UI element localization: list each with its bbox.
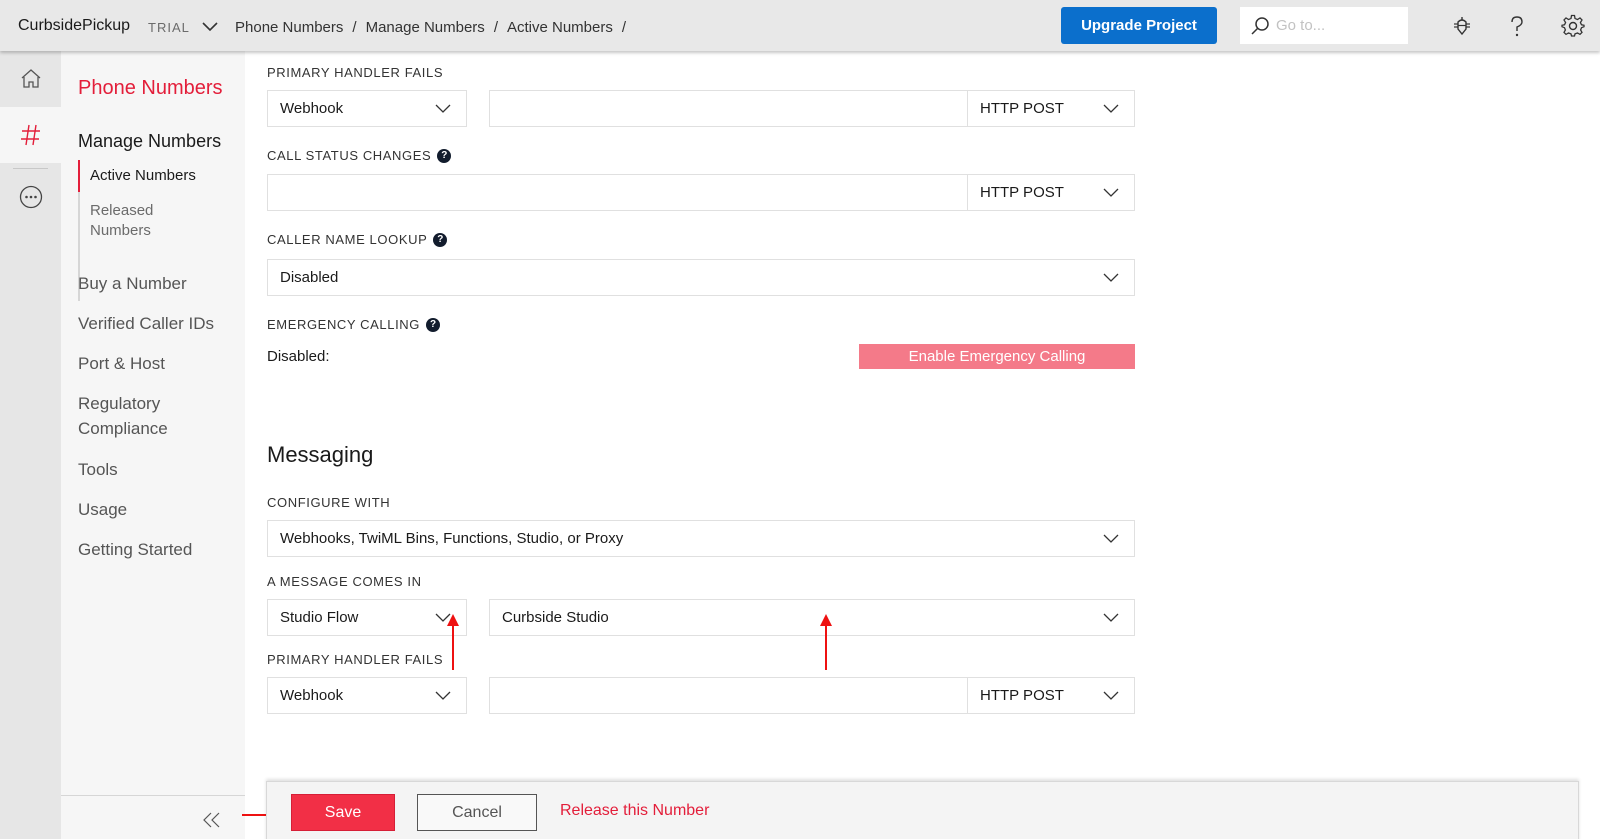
nav-title[interactable]: Phone Numbers (78, 77, 223, 100)
emergency-calling-status: Disabled: (267, 348, 330, 365)
nav-sub-item-active-numbers[interactable]: Active Numbers (90, 167, 196, 184)
more-ellipsis-icon (19, 185, 42, 209)
release-number-link[interactable]: Release this Number (560, 802, 709, 820)
configure-with-select[interactable]: Webhooks, TwiML Bins, Functions, Studio,… (267, 520, 1135, 557)
settings-gear-icon[interactable] (1561, 14, 1585, 38)
breadcrumb-phone-numbers[interactable]: Phone Numbers (235, 19, 343, 36)
double-chevron-left-icon[interactable] (201, 809, 223, 831)
chevron-down-icon (1103, 104, 1119, 113)
voice-primary-handler-type-select[interactable]: Webhook (267, 90, 467, 127)
action-bar: Save Cancel Release this Number (266, 781, 1579, 839)
chevron-down-icon (435, 613, 451, 622)
chevron-down-icon (1103, 613, 1119, 622)
label-text: PRIMARY HANDLER FAILS (267, 652, 444, 667)
chevron-down-icon (1103, 273, 1119, 282)
label-text: PRIMARY HANDLER FAILS (267, 65, 444, 80)
chevron-down-icon (1103, 188, 1119, 197)
nav-footer-divider (61, 795, 245, 796)
label-text: CONFIGURE WITH (267, 495, 391, 510)
search-icon (1251, 16, 1269, 35)
message-comes-in-type-select[interactable]: Studio Flow (267, 599, 467, 636)
chevron-down-icon (435, 691, 451, 700)
select-value: Webhook (280, 687, 344, 704)
messaging-section-title: Messaging (267, 442, 374, 467)
call-status-method-select[interactable]: HTTP POST (967, 174, 1135, 211)
label-text: CALLER NAME LOOKUP (267, 232, 428, 247)
caller-name-lookup-select[interactable]: Disabled (267, 259, 1135, 296)
goto-search-input[interactable] (1276, 17, 1396, 34)
cancel-button[interactable]: Cancel (417, 794, 537, 831)
label-text: A MESSAGE COMES IN (267, 574, 422, 589)
rail-item-more[interactable] (0, 169, 61, 225)
help-circle-icon[interactable]: ? (433, 232, 448, 247)
nav-item-tools[interactable]: Tools (78, 457, 238, 482)
nav-item-port-host[interactable]: Port & Host (78, 351, 238, 376)
chevron-down-icon (1103, 691, 1119, 700)
emergency-calling-label: EMERGENCY CALLING ? (267, 317, 440, 332)
breadcrumb-active-numbers[interactable]: Active Numbers (507, 19, 613, 36)
nav-item-regulatory-compliance[interactable]: Regulatory Compliance (78, 391, 188, 441)
caller-name-lookup-label: CALLER NAME LOOKUP ? (267, 232, 448, 247)
nav-item-buy-a-number[interactable]: Buy a Number (78, 271, 238, 296)
enable-emergency-calling-button[interactable]: Enable Emergency Calling (859, 344, 1135, 369)
breadcrumb: Phone Numbers / Manage Numbers / Active … (235, 19, 635, 36)
select-value: Disabled (280, 269, 339, 286)
nav-sub-item-released-numbers[interactable]: Released Numbers (90, 201, 180, 241)
home-icon (21, 69, 40, 88)
nav-sidebar: Phone Numbers Manage Numbers Active Numb… (61, 51, 245, 839)
breadcrumb-separator: / (352, 19, 357, 36)
voice-primary-handler-label: PRIMARY HANDLER FAILS (267, 65, 443, 80)
breadcrumb-manage-numbers[interactable]: Manage Numbers (366, 19, 485, 36)
nav-section-manage-numbers[interactable]: Manage Numbers (78, 131, 221, 152)
nav-item-usage[interactable]: Usage (78, 497, 238, 522)
goto-search[interactable] (1240, 7, 1408, 44)
message-comes-in-flow-select[interactable]: Curbside Studio (489, 599, 1135, 636)
voice-primary-handler-method-select[interactable]: HTTP POST (967, 90, 1135, 127)
select-value: Curbside Studio (502, 609, 609, 626)
label-text: CALL STATUS CHANGES (267, 148, 432, 163)
plan-badge: TRIAL (148, 20, 190, 35)
label-text: EMERGENCY CALLING (267, 317, 420, 332)
help-circle-icon[interactable]: ? (437, 148, 452, 163)
breadcrumb-separator: / (493, 19, 498, 36)
hash-icon (20, 124, 40, 146)
help-circle-icon[interactable]: ? (426, 317, 440, 332)
debugger-bug-icon[interactable] (1450, 14, 1474, 38)
chevron-down-icon[interactable] (201, 19, 219, 33)
select-value: Webhooks, TwiML Bins, Functions, Studio,… (280, 530, 624, 547)
help-icon[interactable] (1505, 14, 1529, 38)
save-button[interactable]: Save (291, 794, 395, 831)
rail-item-home[interactable] (0, 51, 61, 107)
messaging-primary-handler-type-select[interactable]: Webhook (267, 677, 467, 714)
nav-item-getting-started[interactable]: Getting Started (78, 537, 238, 562)
select-value: Webhook (280, 100, 344, 117)
select-value: HTTP POST (980, 687, 1064, 704)
voice-primary-handler-url-input[interactable] (489, 90, 968, 127)
chevron-down-icon (1103, 534, 1119, 543)
icon-rail (0, 51, 61, 839)
rail-item-phone-numbers[interactable] (0, 107, 61, 163)
select-value: HTTP POST (980, 184, 1064, 201)
call-status-url-input[interactable] (267, 174, 968, 211)
messaging-primary-handler-label: PRIMARY HANDLER FAILS (267, 652, 443, 667)
configure-with-label: CONFIGURE WITH (267, 495, 390, 510)
call-status-changes-label: CALL STATUS CHANGES ? (267, 148, 452, 163)
messaging-primary-handler-url-input[interactable] (489, 677, 968, 714)
upgrade-project-button[interactable]: Upgrade Project (1061, 7, 1217, 44)
top-bar: CurbsidePickup TRIAL Phone Numbers / Man… (0, 0, 1600, 51)
select-value: HTTP POST (980, 100, 1064, 117)
select-value: Studio Flow (280, 609, 359, 626)
messaging-primary-handler-method-select[interactable]: HTTP POST (967, 677, 1135, 714)
nav-item-verified-caller-ids[interactable]: Verified Caller IDs (78, 311, 238, 336)
breadcrumb-separator: / (621, 19, 627, 36)
active-indicator (78, 160, 80, 192)
chevron-down-icon (435, 104, 451, 113)
message-comes-in-label: A MESSAGE COMES IN (267, 574, 422, 589)
project-name[interactable]: CurbsidePickup (18, 17, 130, 35)
